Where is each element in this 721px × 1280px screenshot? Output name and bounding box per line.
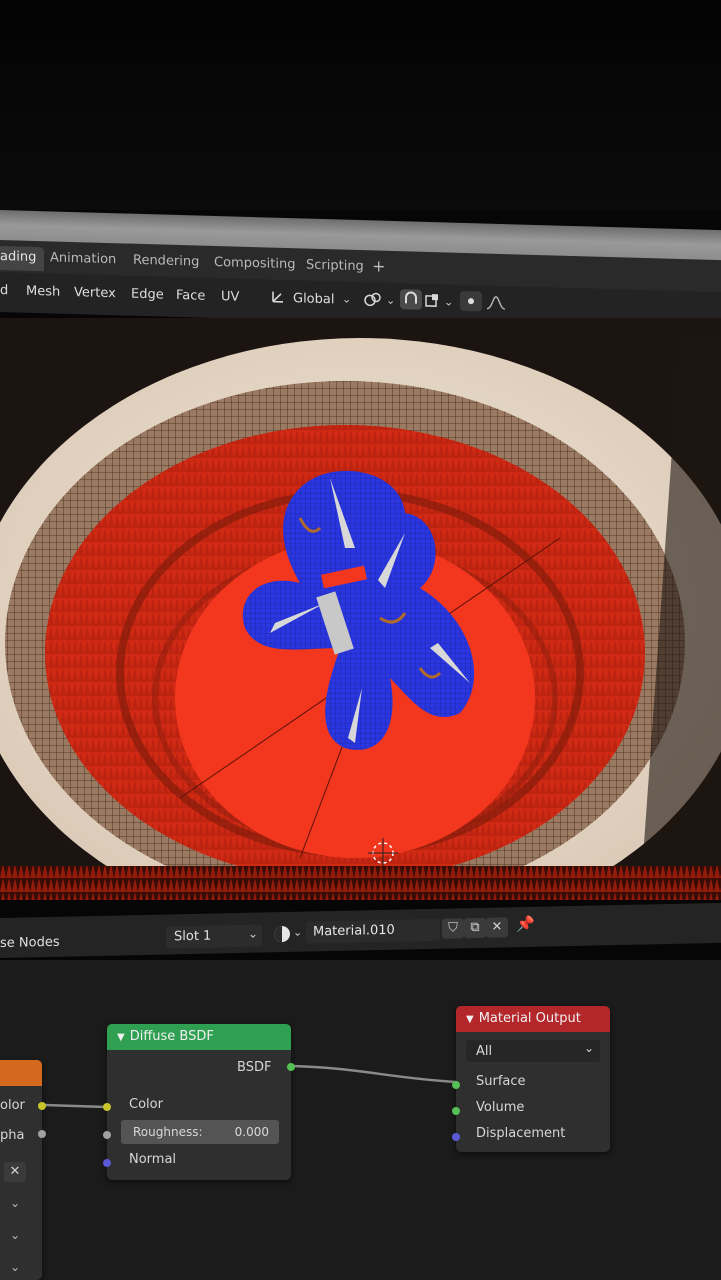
socket-color-out[interactable] bbox=[38, 1102, 46, 1110]
node-header[interactable]: ▼ Material Output bbox=[456, 1006, 610, 1032]
socket-label-bsdf: BSDF bbox=[237, 1060, 272, 1075]
unlink-material-close-icon[interactable]: ✕ bbox=[486, 917, 508, 938]
pivot-point-icon[interactable] bbox=[364, 291, 386, 312]
snap-target-icon[interactable] bbox=[424, 293, 442, 314]
chevron-down-icon[interactable]: ⌄ bbox=[10, 1196, 20, 1210]
socket-normal-in[interactable] bbox=[103, 1159, 111, 1167]
socket-label-color: Color bbox=[129, 1097, 163, 1112]
add-workspace-button[interactable]: + bbox=[372, 256, 385, 275]
collapse-arrow-icon[interactable]: ▼ bbox=[466, 1014, 474, 1025]
fake-user-shield-icon[interactable]: ⛉ bbox=[442, 918, 464, 939]
pin-icon[interactable]: 📌 bbox=[516, 915, 535, 933]
tab-compositing[interactable]: Compositing bbox=[214, 255, 296, 272]
socket-surface-in[interactable] bbox=[452, 1081, 460, 1089]
monitor-bezel bbox=[0, 0, 721, 210]
roughness-label: Roughness: bbox=[133, 1125, 203, 1139]
duplicate-material-icon[interactable]: ⧉ bbox=[464, 917, 486, 939]
socket-displacement-in[interactable] bbox=[452, 1133, 460, 1141]
socket-alpha-out[interactable] bbox=[38, 1130, 46, 1138]
snap-toggle-icon[interactable] bbox=[400, 289, 422, 310]
material-sphere-icon[interactable] bbox=[272, 924, 292, 948]
socket-color-in[interactable] bbox=[103, 1103, 111, 1111]
image-texture-node-partial[interactable]: olor pha ✕ ⌄ ⌄ ⌄ bbox=[0, 1060, 46, 1280]
menu-edit-partial[interactable]: d bbox=[0, 283, 8, 298]
menu-vertex[interactable]: Vertex bbox=[74, 285, 116, 301]
menu-mesh[interactable]: Mesh bbox=[26, 284, 60, 300]
node-header bbox=[0, 1060, 42, 1086]
node-editor-header: se Nodes Slot 1 ⌄ ⌄ Material.010 ⛉ ⧉ ✕ 📌 bbox=[0, 902, 721, 958]
node-header[interactable]: ▼ Diffuse BSDF bbox=[107, 1024, 291, 1050]
slot-dropdown[interactable]: Slot 1 ⌄ bbox=[166, 924, 262, 949]
menu-uv[interactable]: UV bbox=[221, 289, 239, 305]
tab-rendering[interactable]: Rendering bbox=[133, 253, 199, 270]
roughness-value: 0.000 bbox=[234, 1125, 269, 1139]
material-name: Material.010 bbox=[313, 922, 395, 940]
chevron-down-icon: ⌄ bbox=[386, 293, 396, 308]
proportional-edit-icon[interactable] bbox=[460, 290, 482, 312]
socket-volume-in[interactable] bbox=[452, 1107, 460, 1115]
socket-label-alpha: pha bbox=[0, 1128, 25, 1143]
socket-label-color: olor bbox=[0, 1098, 25, 1113]
chevron-down-icon: ⌄ bbox=[342, 292, 352, 306]
node-editor-canvas[interactable]: olor pha ✕ ⌄ ⌄ ⌄ ▼ Diffuse BSDF BSDF Colo… bbox=[0, 960, 721, 1280]
roughness-slider[interactable]: Roughness: 0.000 bbox=[121, 1120, 279, 1144]
socket-label-displacement: Displacement bbox=[476, 1126, 566, 1141]
chevron-down-icon[interactable]: ⌄ bbox=[10, 1228, 20, 1242]
socket-bsdf-out[interactable] bbox=[287, 1063, 295, 1071]
viewport-scene bbox=[0, 318, 721, 900]
material-name-field[interactable]: Material.010 bbox=[306, 918, 440, 944]
collapse-arrow-icon[interactable]: ▼ bbox=[117, 1032, 125, 1043]
diffuse-bsdf-node[interactable]: ▼ Diffuse BSDF BSDF Color Roughness: 0.00… bbox=[103, 1024, 295, 1180]
socket-label-surface: Surface bbox=[476, 1074, 526, 1089]
tab-animation[interactable]: Animation bbox=[50, 250, 116, 267]
chevron-down-icon: ⌄ bbox=[583, 1041, 594, 1055]
use-nodes-label[interactable]: se Nodes bbox=[0, 935, 60, 951]
falloff-curve-icon[interactable] bbox=[486, 295, 506, 316]
socket-label-normal: Normal bbox=[129, 1152, 177, 1167]
menu-face[interactable]: Face bbox=[176, 288, 205, 304]
node-title: Diffuse BSDF bbox=[129, 1029, 214, 1044]
chevron-down-icon[interactable]: ⌄ bbox=[10, 1260, 20, 1274]
3d-viewport[interactable] bbox=[0, 318, 721, 900]
close-icon[interactable]: ✕ bbox=[4, 1162, 26, 1182]
output-target-value: All bbox=[476, 1044, 493, 1059]
chevron-down-icon: ⌄ bbox=[444, 295, 454, 309]
tab-scripting[interactable]: Scripting bbox=[306, 258, 364, 275]
socket-roughness-in[interactable] bbox=[103, 1131, 111, 1139]
socket-label-volume: Volume bbox=[476, 1100, 525, 1115]
slot-label: Slot 1 bbox=[174, 928, 212, 945]
chevron-down-icon: ⌄ bbox=[247, 926, 258, 941]
chevron-down-icon: ⌄ bbox=[293, 925, 303, 939]
menu-edge[interactable]: Edge bbox=[131, 287, 164, 303]
transform-orientation-icon bbox=[270, 289, 286, 309]
transform-orientation-dropdown[interactable]: Global bbox=[293, 291, 334, 307]
output-target-dropdown[interactable]: All ⌄ bbox=[466, 1040, 600, 1062]
node-title: Material Output bbox=[478, 1011, 581, 1026]
tab-shading[interactable]: ading bbox=[0, 245, 45, 272]
material-output-node[interactable]: ▼ Material Output All ⌄ Surface Volume Di… bbox=[452, 1006, 610, 1152]
